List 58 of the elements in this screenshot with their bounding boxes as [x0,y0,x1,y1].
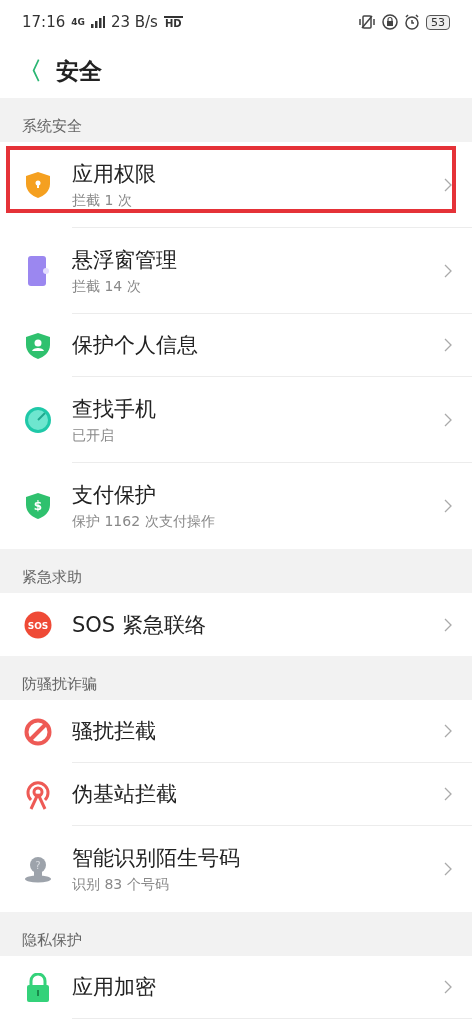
shield-dollar-icon: $ [25,492,51,520]
clock-time: 17:16 [22,13,66,31]
setting-subtitle: 拦截 14 次 [72,277,142,296]
setting-title: 应用权限 [72,160,157,188]
chevron-icon [444,862,452,876]
setting-title: 悬浮窗管理 [72,246,178,274]
setting-title: 伪基站拦截 [72,781,178,808]
chevron-icon [444,499,452,513]
setting-title: 查找手机 [72,395,157,423]
setting-row[interactable]: 应用加密 [0,956,472,1019]
setting-title: 骚扰拦截 [72,718,157,745]
shield-lock-icon [25,171,51,199]
shield-person-icon [25,331,51,360]
setting-row[interactable]: 查找手机 已开启 [0,377,472,463]
setting-title: 支付保护 [72,482,157,509]
chevron-icon [444,338,452,352]
setting-row[interactable]: 保护个人信息 [0,314,472,377]
setting-subtitle: 保护 1162 次支付操作 [72,513,216,531]
phone-window-icon [27,255,49,287]
chevron-icon [444,980,452,994]
chevron-icon [444,617,452,632]
battery-level: 53 [426,14,450,30]
network-type: 4G [71,17,85,27]
setting-row[interactable]: 悬浮窗管理 拦截 14 次 [0,228,472,314]
setting-title: 智能识别陌生号码 [72,845,241,872]
network-speed: 23 B/s [110,13,158,31]
hd-indicator: HD [163,15,183,29]
lock-icon [26,972,50,1003]
setting-row[interactable]: 伪基站拦截 [0,763,472,826]
compass-icon [24,406,52,434]
section-title: 系统安全 [22,117,82,136]
chevron-icon [444,787,452,801]
setting-row[interactable]: 骚扰拦截 [0,700,472,763]
chevron-icon [444,177,452,192]
section-title: 防骚扰诈骗 [22,675,97,694]
sos-icon: SOS [24,610,52,639]
setting-title: 应用加密 [72,974,157,1001]
chevron-icon [444,412,452,427]
setting-row[interactable]: ? 智能识别陌生号码 识别 83 个号码 [0,826,472,912]
vibrate-icon [358,14,376,30]
setting-subtitle: 已开启 [72,426,115,445]
chevron-icon [444,263,452,278]
setting-subtitle: 识别 83 个号码 [72,876,170,894]
lock-rotation-icon [382,14,398,30]
antenna-icon [25,779,51,810]
page-title: 安全 [56,56,102,86]
block-icon [24,717,52,746]
alarm-icon [404,14,420,30]
signal-icon [90,16,105,28]
setting-row[interactable]: 应用权限 拦截 1 次 [0,142,472,228]
setting-row[interactable]: SOS SOS 紧急联络 [0,593,472,656]
chevron-icon [444,724,452,738]
section-title: 紧急求助 [22,568,82,587]
setting-title: SOS 紧急联络 [72,611,207,639]
setting-subtitle: 拦截 1 次 [72,191,133,210]
setting-title: 保护个人信息 [72,332,199,359]
setting-row[interactable]: $ 支付保护 保护 1162 次支付操作 [0,463,472,549]
section-title: 隐私保护 [22,931,82,950]
